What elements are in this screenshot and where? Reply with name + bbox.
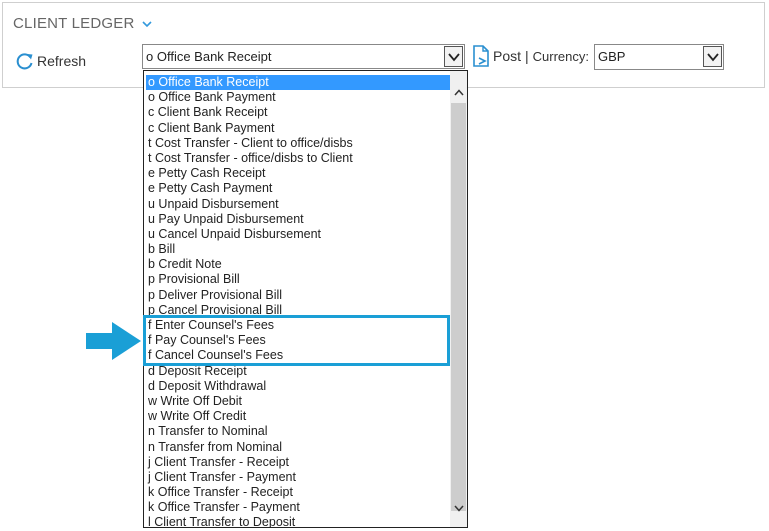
dropdown-items: o Office Bank Receipt o Office Bank Payme…: [146, 75, 450, 527]
currency-value: GBP: [598, 49, 626, 64]
post-button[interactable]: Post | Currency:: [472, 45, 589, 67]
dropdown-option[interactable]: u Unpaid Disbursement: [146, 197, 450, 212]
dropdown-option[interactable]: p Provisional Bill: [146, 272, 450, 287]
dropdown-option[interactable]: j Client Transfer - Receipt: [146, 455, 450, 470]
post-label: Post: [493, 48, 522, 64]
separator: |: [525, 48, 529, 64]
transaction-type-value: o Office Bank Receipt: [146, 49, 272, 64]
transaction-type-select[interactable]: o Office Bank Receipt: [142, 44, 465, 69]
dropdown-option[interactable]: w Write Off Credit: [146, 409, 450, 424]
select-dropdown-button[interactable]: [444, 46, 463, 67]
transaction-type-dropdown-list[interactable]: o Office Bank Receipt o Office Bank Payme…: [143, 70, 468, 528]
dropdown-option[interactable]: k Office Transfer - Receipt: [146, 485, 450, 500]
page-title: CLIENT LEDGER: [13, 15, 135, 32]
dropdown-option[interactable]: o Office Bank Payment: [146, 90, 450, 105]
dropdown-option[interactable]: j Client Transfer - Payment: [146, 470, 450, 485]
currency-dropdown-button[interactable]: [703, 46, 722, 67]
panel-title[interactable]: CLIENT LEDGER: [13, 15, 153, 32]
chevron-up-icon: [453, 88, 464, 95]
dropdown-option[interactable]: o Office Bank Receipt: [146, 75, 450, 91]
dropdown-option[interactable]: w Write Off Debit: [146, 394, 450, 409]
dropdown-option[interactable]: u Pay Unpaid Disbursement: [146, 212, 450, 227]
dropdown-option[interactable]: n Transfer from Nominal: [146, 440, 450, 455]
post-document-icon: [473, 45, 489, 67]
dropdown-option[interactable]: b Credit Note: [146, 257, 450, 272]
scroll-thumb[interactable]: [451, 103, 466, 511]
chevron-down-icon[interactable]: [141, 18, 153, 30]
dropdown-option[interactable]: t Cost Transfer - office/disbs to Client: [146, 151, 450, 166]
pointer-arrow-icon: [86, 322, 141, 360]
dropdown-option[interactable]: d Deposit Receipt: [146, 364, 450, 379]
dropdown-option[interactable]: k Office Transfer - Payment: [146, 500, 450, 515]
dropdown-option[interactable]: e Petty Cash Payment: [146, 181, 450, 196]
dropdown-option[interactable]: f Enter Counsel's Fees: [146, 318, 450, 333]
refresh-label: Refresh: [37, 53, 87, 69]
dropdown-option[interactable]: p Cancel Provisional Bill: [146, 303, 450, 318]
dropdown-option[interactable]: e Petty Cash Receipt: [146, 166, 450, 181]
dropdown-option[interactable]: l Client Transfer to Deposit: [146, 515, 450, 527]
currency-label: Currency:: [532, 48, 590, 64]
refresh-icon: [16, 53, 33, 70]
dropdown-option[interactable]: u Cancel Unpaid Disbursement: [146, 227, 450, 242]
chevron-down-icon: [453, 505, 464, 512]
dropdown-option[interactable]: d Deposit Withdrawal: [146, 379, 450, 394]
dropdown-option[interactable]: c Client Bank Receipt: [146, 105, 450, 120]
refresh-button[interactable]: Refresh: [15, 51, 86, 71]
dropdown-option[interactable]: p Deliver Provisional Bill: [146, 288, 450, 303]
chevron-down-icon: [706, 52, 719, 61]
scroll-down-button[interactable]: [450, 499, 467, 517]
dropdown-option[interactable]: c Client Bank Payment: [146, 121, 450, 136]
chevron-down-icon: [447, 52, 460, 61]
scroll-up-button[interactable]: [450, 83, 467, 101]
currency-select[interactable]: GBP: [594, 44, 724, 70]
dropdown-option[interactable]: b Bill: [146, 242, 450, 257]
dropdown-scrollbar[interactable]: [450, 71, 467, 527]
dropdown-option[interactable]: f Cancel Counsel's Fees: [146, 348, 450, 363]
dropdown-option[interactable]: t Cost Transfer - Client to office/disbs: [146, 136, 450, 151]
dropdown-option[interactable]: f Pay Counsel's Fees: [146, 333, 450, 348]
dropdown-option[interactable]: n Transfer to Nominal: [146, 424, 450, 439]
